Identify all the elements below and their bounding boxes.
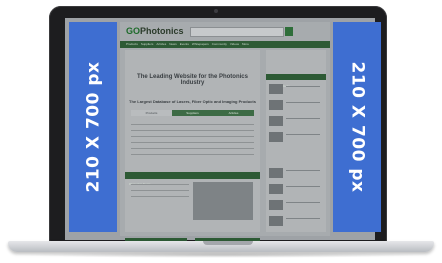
tab-suppliers[interactable]: Suppliers [172, 110, 213, 116]
product-title[interactable] [286, 134, 320, 135]
product-title[interactable] [286, 118, 320, 119]
page-headline: The Leading Website for the Photonics In… [137, 74, 248, 86]
nav-item[interactable]: Products [126, 41, 138, 48]
news-image[interactable] [193, 182, 253, 220]
laptop-base [8, 241, 434, 252]
nav-item[interactable]: More [242, 41, 249, 48]
product-thumbnail[interactable] [269, 84, 283, 94]
search-button[interactable] [285, 27, 293, 36]
list-row [131, 142, 254, 143]
tab-products[interactable]: Products [131, 110, 172, 116]
laptop-notch [203, 241, 253, 245]
product-thumbnail[interactable] [269, 184, 283, 194]
sidebar: Latest Products [266, 50, 326, 232]
nav-item[interactable]: Community [212, 41, 227, 48]
news-section-header: Photonics News [125, 172, 260, 186]
main-nav: Products Suppliers Articles News Events … [120, 41, 330, 48]
product-title[interactable] [286, 86, 320, 87]
search-input[interactable] [190, 27, 284, 37]
search-tabs: Products Suppliers Articles [131, 110, 254, 116]
product-title[interactable] [286, 102, 320, 103]
product-title[interactable] [286, 170, 320, 171]
main-content: The Leading Website for the Photonics In… [125, 50, 260, 244]
product-thumbnail[interactable] [269, 200, 283, 210]
nav-item[interactable]: Whitepapers [192, 41, 209, 48]
nav-item[interactable]: Videos [230, 41, 239, 48]
database-title: The Largest Database of Lasers, Fiber Op… [129, 99, 256, 104]
product-thumbnail[interactable] [269, 216, 283, 226]
webcam [214, 9, 218, 13]
product-thumbnail[interactable] [269, 100, 283, 110]
nav-item[interactable]: News [169, 41, 177, 48]
product-title[interactable] [286, 202, 320, 203]
product-thumbnail[interactable] [269, 132, 283, 142]
nav-item[interactable]: Suppliers [141, 41, 154, 48]
list-row [131, 136, 254, 137]
list-row [131, 148, 254, 149]
right-ad-banner[interactable]: 210 X 700 px [333, 22, 381, 232]
sidebar-header: Latest Products [266, 74, 326, 88]
product-thumbnail[interactable] [269, 168, 283, 178]
product-title[interactable] [286, 218, 320, 219]
tab-articles[interactable]: Articles [213, 110, 254, 116]
photonics-website: GOPhotonics Products Suppliers Articles … [120, 22, 330, 244]
news-line [131, 196, 189, 197]
laptop-shadow [20, 252, 424, 258]
list-row [131, 124, 254, 125]
left-ad-banner[interactable]: 210 X 700 px [69, 22, 117, 232]
site-logo[interactable]: GOPhotonics [126, 26, 184, 36]
list-row [131, 130, 254, 131]
product-thumbnail[interactable] [269, 116, 283, 126]
news-line [131, 184, 189, 185]
news-line [131, 190, 189, 191]
product-title[interactable] [286, 186, 320, 187]
list-row [131, 154, 254, 155]
nav-item[interactable]: Events [180, 41, 189, 48]
nav-item[interactable]: Articles [156, 41, 166, 48]
right-ad-size-label: 210 X 700 px [347, 61, 367, 193]
left-ad-size-label: 210 X 700 px [83, 61, 103, 193]
